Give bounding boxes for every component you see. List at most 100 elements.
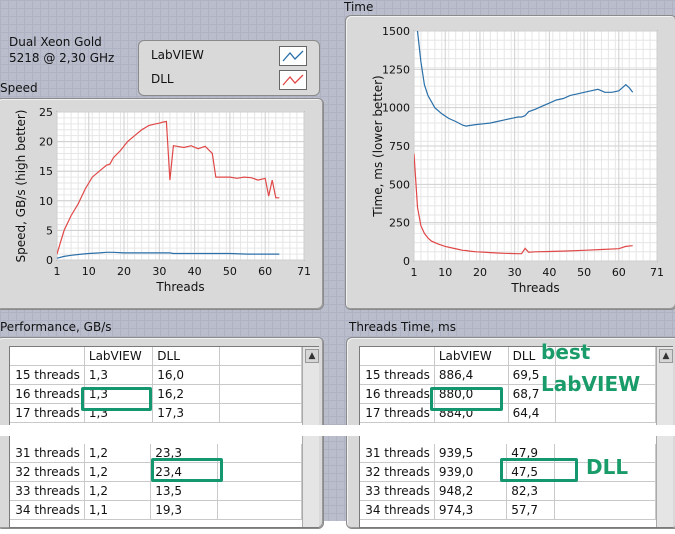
- y-tick-label: 5: [46, 224, 53, 237]
- row-label: 17 threads: [10, 403, 85, 423]
- legend-swatch-labview[interactable]: [279, 46, 307, 66]
- x-tick-label: 71: [650, 266, 664, 279]
- x-tick-label: 10: [82, 265, 96, 278]
- y-tick-label: 20: [39, 136, 53, 149]
- x-tick-label: 20: [473, 266, 487, 279]
- table-row[interactable]: 17 threads 1,3 17,3: [10, 403, 302, 423]
- x-tick-label: 60: [258, 265, 272, 278]
- table-row[interactable]: 15 threads 1,3 16,0: [10, 365, 302, 385]
- cpu-label-line1: Dual Xeon Gold: [9, 35, 102, 49]
- time-chart-title: Time: [344, 0, 374, 14]
- table-row[interactable]: 17 threads 884,0 64,4: [360, 403, 656, 423]
- x-tick-label: 20: [117, 265, 131, 278]
- annotation-dll: DLL: [586, 455, 629, 479]
- row-label: 32 threads: [360, 462, 435, 482]
- table-cell: 13,5: [150, 481, 219, 501]
- y-tick-label: 1500: [382, 25, 410, 38]
- table-cell: [554, 500, 656, 520]
- highlight-perf-dll-32: [151, 458, 223, 482]
- legend-label-dll: DLL: [151, 72, 174, 86]
- x-tick-label: 60: [612, 266, 626, 279]
- table-cell: [217, 444, 302, 463]
- table-cell: 57,7: [506, 500, 556, 520]
- table-row[interactable]: 34 threads 974,3 57,7: [360, 500, 656, 520]
- table-cell: 1,3: [84, 365, 154, 385]
- x-tick-label: 30: [152, 265, 166, 278]
- y-axis-label: Time, ms (lower better): [371, 75, 385, 217]
- table-row[interactable]: 34 threads 1,1 19,3: [10, 500, 302, 520]
- column-header[interactable]: DLL: [152, 347, 220, 366]
- column-header[interactable]: LabVIEW: [84, 347, 154, 366]
- cpu-label-line2: 5218 @ 2,30 GHz: [9, 51, 115, 65]
- table-cell: 1,2: [84, 444, 152, 463]
- y-tick-label: 1000: [382, 102, 410, 115]
- speed-chart-title: Speed: [0, 81, 38, 95]
- x-tick-label: 40: [542, 266, 556, 279]
- highlight-perf-labview-16: [81, 387, 152, 411]
- y-tick-label: 0: [46, 254, 53, 267]
- annotation-best: best: [541, 340, 591, 364]
- row-label: 34 threads: [10, 500, 85, 520]
- column-header[interactable]: LabVIEW: [434, 347, 509, 366]
- scroll-up-icon[interactable]: ▲: [305, 349, 319, 363]
- table-cell: 82,3: [506, 481, 556, 501]
- y-tick-label: 10: [39, 195, 53, 208]
- table-cell: [217, 462, 302, 482]
- speed-chart[interactable]: 0 5 10 15 20 25 1 10 20 30 40 50 60 71 Threads Speed, G…: [0, 99, 323, 309]
- y-tick-label: 1250: [382, 63, 410, 76]
- table-cell: [555, 403, 656, 423]
- table-cell: 948,2: [434, 481, 508, 501]
- table-cell: 939,5: [434, 444, 508, 463]
- legend-swatch-dll[interactable]: [279, 70, 307, 90]
- table-cell: 939,0: [434, 462, 508, 482]
- row-label: 15 threads: [360, 365, 435, 385]
- table-cell: 886,4: [434, 365, 509, 385]
- x-axis-label: Threads: [510, 281, 559, 295]
- time-chart[interactable]: 0 250 500 750 1000 1250 1500 1 10 20 30 40 50 60 71 Thr…: [346, 16, 675, 309]
- x-tick-label: 1: [54, 265, 61, 278]
- y-tick-label: 250: [389, 217, 410, 230]
- image-gap: [0, 425, 675, 436]
- x-tick-label: 50: [577, 266, 591, 279]
- time-table-scrollbar[interactable]: ▲: [656, 347, 673, 527]
- x-tick-label: 1: [411, 266, 418, 279]
- row-label: 33 threads: [10, 481, 85, 501]
- y-tick-label: 500: [389, 178, 410, 191]
- row-label: 16 threads: [360, 384, 435, 404]
- time-table-title: Threads Time, ms: [349, 320, 456, 334]
- time-chart-panel: 0 250 500 750 1000 1250 1500 1 10 20 30 40 50 60 71 Thr…: [345, 15, 675, 310]
- column-header[interactable]: [360, 347, 435, 366]
- x-tick-label: 71: [297, 265, 311, 278]
- y-tick-label: 0: [403, 255, 410, 268]
- row-label: 17 threads: [360, 403, 435, 423]
- table-row[interactable]: 33 threads 1,2 13,5: [10, 481, 302, 501]
- y-tick-label: 15: [39, 165, 53, 178]
- table-cell: [554, 481, 656, 501]
- table-cell: 19,3: [150, 500, 219, 520]
- y-tick-label: 750: [389, 140, 410, 153]
- plot-legend[interactable]: LabVIEW DLL: [138, 40, 320, 96]
- table-cell: 1,1: [84, 500, 152, 520]
- column-header[interactable]: [10, 347, 85, 366]
- y-tick-label: 25: [39, 106, 53, 119]
- x-tick-label: 40: [188, 265, 202, 278]
- highlight-time-dll-32: [500, 458, 578, 482]
- perf-table[interactable]: LabVIEW DLL 15 threads 1,3 16,0 16 threads 1,3…: [9, 346, 319, 528]
- table-cell: 16,0: [152, 365, 220, 385]
- annotation-labview: LabVIEW: [541, 372, 641, 396]
- row-label: 31 threads: [360, 444, 435, 463]
- legend-label-labview: LabVIEW: [151, 48, 204, 62]
- table-cell: [219, 365, 302, 385]
- row-label: 16 threads: [10, 384, 85, 404]
- table-cell: 974,3: [434, 500, 508, 520]
- table-row[interactable]: 33 threads 948,2 82,3: [360, 481, 656, 501]
- perf-table-scrollbar[interactable]: ▲: [302, 347, 319, 527]
- table-cell: 64,4: [508, 403, 557, 423]
- column-header[interactable]: [219, 347, 302, 366]
- scroll-up-icon[interactable]: ▲: [659, 349, 673, 363]
- table-cell: [217, 500, 302, 520]
- perf-table-title: Performance, GB/s: [0, 320, 112, 334]
- table-cell: 1,2: [84, 481, 152, 501]
- row-label: 31 threads: [10, 444, 85, 463]
- table-row[interactable]: 16 threads 1,3 16,2: [10, 384, 302, 404]
